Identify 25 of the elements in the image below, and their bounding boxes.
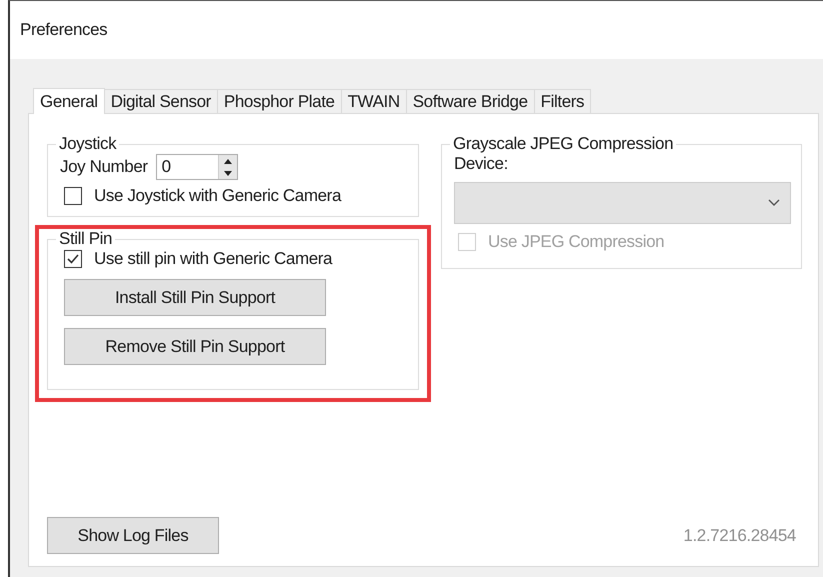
action-button[interactable]: Install Still Pin Support: [64, 279, 326, 316]
group-title: Joystick: [58, 134, 118, 154]
checkbox[interactable]: [64, 250, 82, 268]
show-log-files-button[interactable]: Show Log Files: [47, 517, 219, 554]
action-button[interactable]: Remove Still Pin Support: [64, 328, 326, 365]
tab[interactable]: General: [33, 88, 105, 114]
checkbox-label: Use Joystick with Generic Camera: [94, 186, 341, 206]
group-title: Grayscale JPEG Compression: [452, 134, 674, 154]
number-spinner[interactable]: 0: [156, 154, 238, 180]
tab[interactable]: Software Bridge: [406, 89, 535, 113]
checkbox-label: Use still pin with Generic Camera: [94, 249, 332, 269]
version-number: 1.2.7216.28454: [683, 526, 796, 546]
checkbox[interactable]: [64, 187, 82, 205]
check-icon: [67, 254, 79, 264]
checkbox-label: Use JPEG Compression: [488, 232, 664, 252]
down-arrow-icon[interactable]: [224, 170, 232, 176]
field-label: Joy Number: [60, 157, 148, 177]
up-arrow-icon[interactable]: [224, 158, 232, 164]
tab[interactable]: Phosphor Plate: [216, 89, 342, 113]
tab[interactable]: Digital Sensor: [104, 89, 218, 113]
chevron-down-icon: [768, 199, 780, 207]
group-title: Still Pin: [58, 229, 114, 249]
field-label: Device:: [454, 154, 509, 174]
window-title: Preferences: [20, 20, 108, 40]
tab[interactable]: Filters: [534, 89, 592, 113]
